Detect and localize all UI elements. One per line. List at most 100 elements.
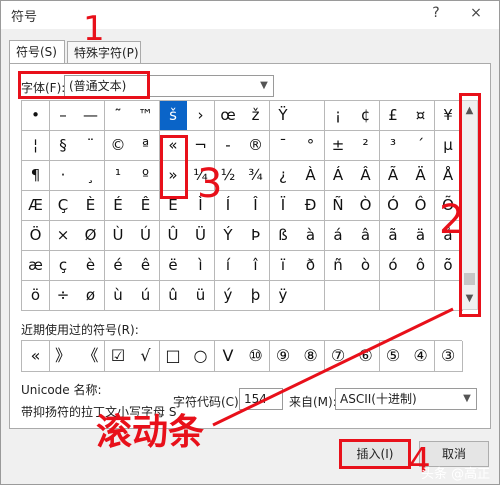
symbol-cell[interactable]: ž <box>242 101 270 131</box>
help-button[interactable]: ? <box>427 5 445 21</box>
symbol-cell[interactable]: Æ <box>22 191 50 221</box>
symbol-cell[interactable]: ï <box>269 251 298 281</box>
symbol-cell[interactable]: ð <box>297 251 325 281</box>
recent-symbol-cell[interactable]: ⑨ <box>269 341 298 372</box>
symbol-cell[interactable]: • <box>22 101 50 131</box>
recent-symbol-cell[interactable]: □ <box>159 341 188 372</box>
symbol-cell[interactable]: — <box>77 101 105 131</box>
symbol-cell[interactable]: ÿ <box>269 281 298 311</box>
recent-symbol-cell[interactable]: ⑦ <box>324 341 353 372</box>
symbol-cell[interactable]: Ã <box>379 161 408 191</box>
symbol-cell[interactable]: ² <box>352 131 380 161</box>
symbol-cell[interactable]: í <box>214 251 243 281</box>
recent-symbol-cell[interactable]: ⑩ <box>242 341 270 372</box>
symbol-cell[interactable]: à <box>297 221 325 251</box>
symbol-cell[interactable]: ú <box>132 281 160 311</box>
symbol-cell[interactable]: Þ <box>242 221 270 251</box>
symbol-cell[interactable]: Ú <box>132 221 160 251</box>
symbol-cell[interactable]: ÷ <box>49 281 78 311</box>
symbol-cell[interactable]: ¨ <box>77 131 105 161</box>
symbol-cell[interactable]: ñ <box>324 251 353 281</box>
symbol-cell[interactable]: ë <box>159 251 188 281</box>
symbol-cell[interactable]: ì <box>187 251 215 281</box>
symbol-cell[interactable]: Î <box>242 191 270 221</box>
symbol-cell[interactable]: ¤ <box>407 101 435 131</box>
symbol-cell[interactable]: ¸ <box>77 161 105 191</box>
symbol-cell[interactable]: Ê <box>132 191 160 221</box>
symbol-cell[interactable]: ´ <box>407 131 435 161</box>
symbol-cell[interactable]: ê <box>132 251 160 281</box>
symbol-cell[interactable]: È <box>77 191 105 221</box>
symbol-cell[interactable]: ý <box>214 281 243 311</box>
symbol-cell[interactable]: ˜ <box>104 101 133 131</box>
symbol-cell[interactable]: Â <box>352 161 380 191</box>
symbol-cell[interactable]: ¡ <box>324 101 353 131</box>
symbol-cell[interactable]: ü <box>187 281 215 311</box>
symbol-cell[interactable]: æ <box>22 251 50 281</box>
symbol-cell[interactable]: · <box>49 161 78 191</box>
symbol-cell[interactable]: é <box>104 251 133 281</box>
symbol-cell[interactable]: - <box>214 131 243 161</box>
symbol-cell[interactable]: Ò <box>352 191 380 221</box>
symbol-cell[interactable]: û <box>159 281 188 311</box>
symbol-cell[interactable]: ™ <box>132 101 160 131</box>
symbol-cell[interactable]: – <box>49 101 78 131</box>
symbol-cell[interactable]: œ <box>214 101 243 131</box>
recent-symbol-cell[interactable]: ③ <box>434 341 463 372</box>
recent-symbol-cell[interactable]: « <box>22 341 50 372</box>
symbol-cell[interactable]: º <box>132 161 160 191</box>
symbol-cell[interactable]: Ÿ <box>269 101 298 131</box>
recent-symbol-cell[interactable]: ⑧ <box>297 341 325 372</box>
symbol-cell[interactable]: ¬ <box>187 131 215 161</box>
symbol-cell[interactable]: ® <box>242 131 270 161</box>
symbol-cell[interactable]: ç <box>49 251 78 281</box>
symbol-cell[interactable]: × <box>49 221 78 251</box>
symbol-cell[interactable]: ¾ <box>242 161 270 191</box>
symbol-cell[interactable]: £ <box>379 101 408 131</box>
close-button[interactable]: × <box>467 5 485 21</box>
symbol-cell[interactable]: ± <box>324 131 353 161</box>
recent-symbol-cell[interactable]: Ⅴ <box>214 341 243 372</box>
symbol-cell[interactable]: Ý <box>214 221 243 251</box>
recent-symbol-cell[interactable]: ⑤ <box>379 341 408 372</box>
symbol-cell[interactable]: Á <box>324 161 353 191</box>
symbol-cell[interactable]: ó <box>379 251 408 281</box>
recent-symbol-cell[interactable]: 《 <box>77 341 105 372</box>
symbol-cell[interactable] <box>297 281 325 311</box>
symbol-cell[interactable]: ¶ <box>22 161 50 191</box>
symbol-cell[interactable]: ° <box>297 131 325 161</box>
symbol-cell[interactable]: Ç <box>49 191 78 221</box>
symbol-cell[interactable]: š <box>159 101 188 131</box>
symbol-cell[interactable]: › <box>187 101 215 131</box>
symbol-cell[interactable]: Ä <box>407 161 435 191</box>
symbol-cell[interactable]: Ø <box>77 221 105 251</box>
symbol-cell[interactable]: ô <box>407 251 435 281</box>
symbol-cell[interactable]: À <box>297 161 325 191</box>
recent-symbol-cell[interactable]: 》 <box>49 341 78 372</box>
recent-symbol-cell[interactable]: ○ <box>187 341 215 372</box>
symbol-cell[interactable]: É <box>104 191 133 221</box>
symbol-cell[interactable]: Ö <box>22 221 50 251</box>
symbol-cell[interactable]: ß <box>269 221 298 251</box>
symbol-cell[interactable]: Ü <box>187 221 215 251</box>
symbol-cell[interactable] <box>324 281 353 311</box>
symbol-cell[interactable]: ³ <box>379 131 408 161</box>
symbol-cell[interactable]: î <box>242 251 270 281</box>
symbol-cell[interactable]: ¢ <box>352 101 380 131</box>
symbol-cell[interactable]: â <box>352 221 380 251</box>
symbol-cell[interactable]: § <box>49 131 78 161</box>
symbol-cell[interactable]: è <box>77 251 105 281</box>
symbol-cell[interactable] <box>297 101 325 131</box>
symbol-cell[interactable]: ö <box>22 281 50 311</box>
symbol-cell[interactable] <box>407 281 435 311</box>
recent-symbol-cell[interactable]: √ <box>132 341 160 372</box>
symbol-cell[interactable]: Ó <box>379 191 408 221</box>
symbol-cell[interactable]: Û <box>159 221 188 251</box>
symbol-cell[interactable]: Ô <box>407 191 435 221</box>
symbol-cell[interactable] <box>379 281 408 311</box>
symbol-cell[interactable]: á <box>324 221 353 251</box>
symbol-cell[interactable]: ã <box>379 221 408 251</box>
symbol-cell[interactable]: Ï <box>269 191 298 221</box>
symbol-cell[interactable]: © <box>104 131 133 161</box>
symbol-cell[interactable]: ¦ <box>22 131 50 161</box>
